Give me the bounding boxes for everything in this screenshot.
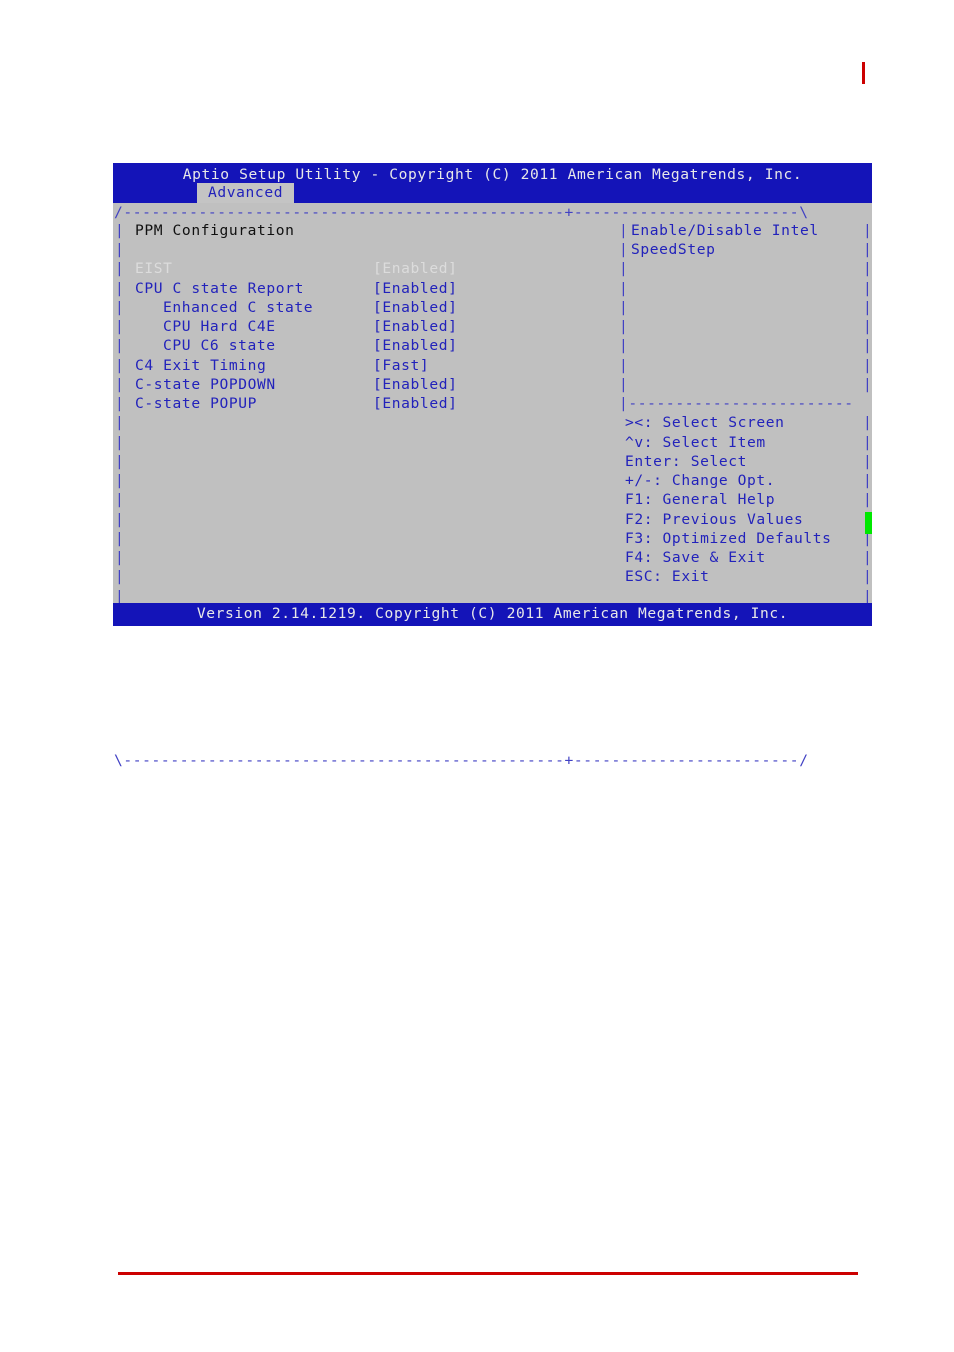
frame-pipe-left: |: [115, 241, 125, 258]
key-legend-f3-optimized-defaults: F3: Optimized Defaults: [625, 530, 832, 547]
frame-pipe-middle: |: [619, 357, 629, 374]
key-legend-f1-general-help: F1: General Help: [625, 491, 776, 508]
bios-body: | | | | | | | | | | | | | | | | | | | | …: [113, 221, 873, 605]
frame-pipe-left: |: [115, 414, 125, 431]
help-text-line-1: Enable/Disable Intel: [631, 222, 819, 239]
frame-pipe-right: |: [863, 453, 873, 470]
setting-value-cpu-c-state-report[interactable]: [Enabled]: [373, 279, 457, 298]
frame-pipe-right: |: [863, 414, 873, 431]
setting-value-enhanced-c-state[interactable]: [Enabled]: [373, 298, 457, 317]
frame-pipe-left: |: [115, 530, 125, 547]
frame-rule-bottom: \---------------------------------------…: [114, 752, 809, 769]
setting-value-c-state-popup[interactable]: [Enabled]: [373, 394, 457, 413]
frame-pipe-middle: |: [619, 241, 629, 258]
frame-pipe-middle: |: [619, 280, 629, 297]
section-heading: PPM Configuration: [135, 222, 295, 239]
setting-label-c4-exit-timing[interactable]: C4 Exit Timing: [135, 356, 266, 375]
frame-pipe-left: |: [115, 472, 125, 489]
frame-pipe-right: |: [863, 568, 873, 585]
setting-value-cpu-hard-c4e[interactable]: [Enabled]: [373, 317, 457, 336]
key-legend-enter-select: Enter: Select: [625, 453, 748, 470]
frame-pipe-left: |: [115, 395, 125, 412]
frame-pipe-left: |: [115, 280, 125, 297]
frame-pipe-right: |: [863, 318, 873, 335]
scroll-position-marker[interactable]: [865, 512, 872, 534]
frame-pipe-left: |: [115, 337, 125, 354]
setting-value-c-state-popdown[interactable]: [Enabled]: [373, 375, 457, 394]
frame-pipe-right: |: [863, 549, 873, 566]
frame-pipe-left: |: [115, 357, 125, 374]
frame-pipe-left: |: [115, 491, 125, 508]
setting-label-eist[interactable]: EIST: [135, 259, 173, 278]
tab-advanced[interactable]: Advanced: [197, 183, 295, 203]
bios-setup-screenshot: Aptio Setup Utility - Copyright (C) 2011…: [113, 163, 873, 769]
key-legend-select-item: ^v: Select Item: [625, 434, 766, 451]
frame-pipe-middle: |: [619, 337, 629, 354]
bios-footer-bar: Version 2.14.1219. Copyright (C) 2011 Am…: [113, 603, 872, 626]
frame-pipe-right: |: [863, 376, 873, 393]
setting-label-c-state-popdown[interactable]: C-state POPDOWN: [135, 375, 276, 394]
frame-pipe-middle: |: [619, 260, 629, 277]
frame-pipe-left: |: [115, 299, 125, 316]
frame-pipe-right: |: [863, 472, 873, 489]
frame-pipe-left: |: [115, 549, 125, 566]
setting-value-c4-exit-timing[interactable]: [Fast]: [373, 356, 429, 375]
setting-label-c-state-popup[interactable]: C-state POPUP: [135, 394, 257, 413]
frame-pipe-left: |: [115, 511, 125, 528]
key-legend-change-opt: +/-: Change Opt.: [625, 472, 776, 489]
bios-title-bar: Aptio Setup Utility - Copyright (C) 2011…: [113, 163, 872, 203]
page-top-marker: [862, 62, 865, 84]
frame-pipe-left: |: [115, 568, 125, 585]
setting-label-cpu-c6-state[interactable]: CPU C6 state: [163, 336, 276, 355]
frame-pipe-middle: |: [619, 299, 629, 316]
frame-pipe-right: |: [863, 222, 873, 239]
key-legend-select-screen: ><: Select Screen: [625, 414, 785, 431]
frame-pipe-right: |: [863, 260, 873, 277]
setting-value-eist[interactable]: [Enabled]: [373, 259, 457, 278]
page-bottom-rule: [118, 1272, 858, 1275]
frame-pipe-middle: |: [619, 222, 629, 239]
frame-pipe-right: |: [863, 280, 873, 297]
frame-pipe-left: |: [115, 318, 125, 335]
setting-label-cpu-hard-c4e[interactable]: CPU Hard C4E: [163, 317, 276, 336]
frame-pipe-right: |: [863, 241, 873, 258]
frame-pipe-right: |: [863, 434, 873, 451]
bios-title: Aptio Setup Utility - Copyright (C) 2011…: [182, 166, 803, 183]
frame-pipe-right: |: [863, 337, 873, 354]
frame-pipe-left: |: [115, 434, 125, 451]
frame-pipe-right: |: [863, 299, 873, 316]
frame-pipe-left: |: [115, 222, 125, 239]
setting-label-cpu-c-state-report[interactable]: CPU C state Report: [135, 279, 304, 298]
frame-pipe-right: |: [863, 491, 873, 508]
key-legend-esc-exit: ESC: Exit: [625, 568, 710, 585]
frame-rule-top: /---------------------------------------…: [114, 204, 809, 221]
frame-pipe-left: |: [115, 453, 125, 470]
frame-pipe-middle: |: [619, 318, 629, 335]
bios-version-text: Version 2.14.1219. Copyright (C) 2011 Am…: [196, 605, 789, 622]
help-panel-divider: |------------------------: [619, 395, 854, 412]
frame-pipe-middle: |: [619, 376, 629, 393]
help-text-line-2: SpeedStep: [631, 241, 716, 258]
frame-pipe-left: |: [115, 376, 125, 393]
frame-pipe-right: |: [863, 357, 873, 374]
setting-label-enhanced-c-state[interactable]: Enhanced C state: [163, 298, 313, 317]
key-legend-f4-save-exit: F4: Save & Exit: [625, 549, 766, 566]
key-legend-f2-previous-values: F2: Previous Values: [625, 511, 804, 528]
frame-pipe-left: |: [115, 260, 125, 277]
setting-value-cpu-c6-state[interactable]: [Enabled]: [373, 336, 457, 355]
